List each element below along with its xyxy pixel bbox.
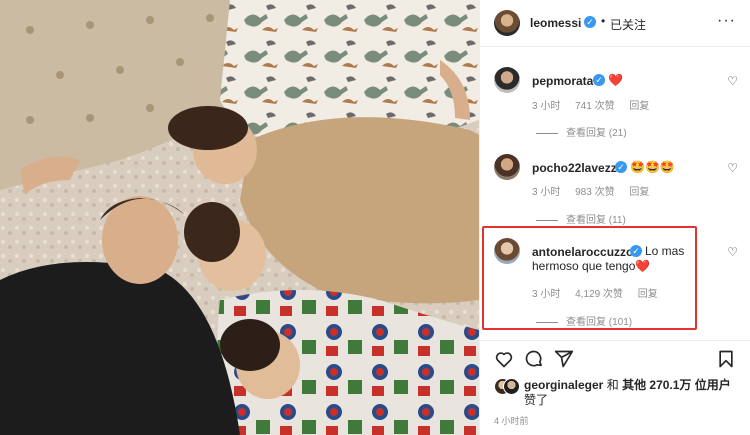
post-header: leomessi ✓ • 已关注 ···: [480, 0, 750, 47]
comment-like-icon[interactable]: ♡: [727, 74, 738, 88]
verified-badge: ✓: [584, 16, 596, 28]
liker-avatars: [494, 378, 520, 395]
post-photo-drawing: [0, 0, 479, 435]
post-actions: [480, 340, 750, 371]
post-time[interactable]: 4 小时前: [494, 414, 529, 427]
verified-badge: ✓: [593, 74, 605, 86]
separator-dot: •: [601, 14, 606, 28]
author-avatar[interactable]: [494, 10, 520, 36]
comment-time: 3 小时: [532, 101, 561, 112]
reply-button[interactable]: 回复: [629, 101, 649, 112]
liker-avatar: [503, 378, 520, 395]
verified-badge: ✓: [615, 161, 627, 173]
comment-icon[interactable]: [524, 349, 544, 374]
likes-connector: 和: [606, 378, 619, 392]
comment-likes[interactable]: 741 次赞: [575, 101, 614, 112]
comment-like-icon[interactable]: ♡: [727, 245, 738, 259]
likes-others[interactable]: 其他 270.1万 位用户: [622, 378, 731, 392]
liker-username[interactable]: georginaleger: [524, 378, 603, 392]
comment-time: 3 小时: [532, 187, 561, 198]
more-icon[interactable]: ···: [717, 12, 736, 30]
comments-panel: leomessi ✓ • 已关注 ··· pepmorata ✓ ❤️ ♡ 3 …: [480, 0, 750, 435]
comment-text: ❤️: [608, 73, 623, 87]
author-username[interactable]: leomessi: [530, 16, 581, 30]
comment-like-icon[interactable]: ♡: [727, 161, 738, 175]
comment-meta: 3 小时 741 次赞 回复: [532, 97, 661, 112]
likes-text: georginaleger 和 其他 270.1万 位用户 赞了: [524, 378, 746, 408]
likes-suffix: 赞了: [524, 393, 549, 407]
comment-username[interactable]: pocho22lavezzi: [532, 161, 620, 175]
bookmark-icon[interactable]: [716, 349, 736, 374]
reply-button[interactable]: 回复: [629, 187, 649, 198]
comment-username[interactable]: pepmorata: [532, 74, 593, 88]
view-replies[interactable]: 查看回复 (21): [536, 124, 627, 139]
view-replies[interactable]: 查看回复 (11): [536, 211, 626, 226]
post-photo[interactable]: [0, 0, 479, 435]
share-icon[interactable]: [554, 349, 574, 374]
follow-status[interactable]: 已关注: [610, 16, 646, 33]
comment-likes[interactable]: 983 次赞: [575, 187, 614, 198]
comment-meta: 3 小时 983 次赞 回复: [532, 183, 661, 198]
comment-text: 🤩🤩🤩: [630, 160, 675, 174]
highlight-box: [482, 226, 697, 330]
comment-avatar[interactable]: [494, 67, 520, 93]
heart-icon[interactable]: [494, 349, 514, 374]
comment-avatar[interactable]: [494, 154, 520, 180]
